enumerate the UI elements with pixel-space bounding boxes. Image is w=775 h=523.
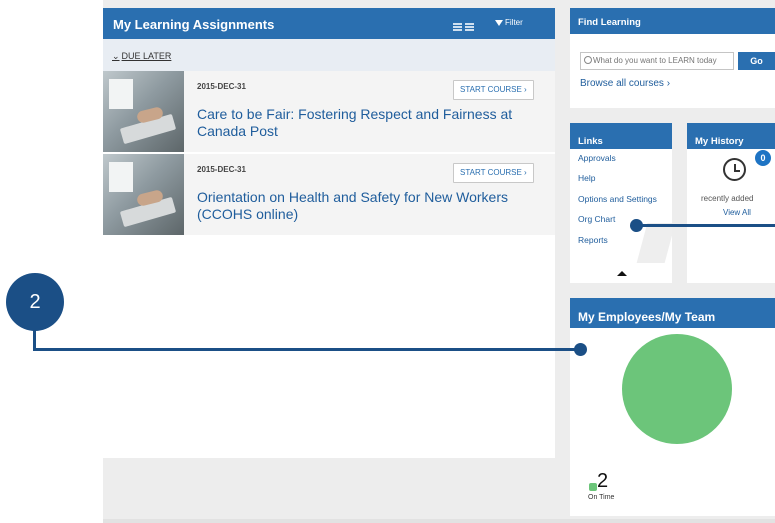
callout-badge: 2 — [6, 273, 64, 331]
browse-label: Browse all courses — [580, 78, 664, 89]
list-view-icon[interactable] — [453, 23, 462, 32]
learning-assignments-panel: My Learning Assignments Filter ⌄ DUE LATE… — [103, 8, 555, 458]
my-employees-panel: My Employees/My Team 2 On Time — [570, 298, 775, 516]
search-box — [580, 52, 734, 70]
on-time-label: On Time — [588, 494, 615, 501]
history-clock-icon — [723, 158, 746, 181]
pie-slice-on-time[interactable] — [622, 334, 732, 444]
course-thumbnail — [103, 154, 184, 235]
filter-label: Filter — [505, 18, 523, 27]
search-input[interactable] — [593, 54, 729, 67]
bottom-border — [103, 519, 775, 523]
my-employees-title: My Employees/My Team — [578, 310, 716, 324]
course-title[interactable]: Orientation on Health and Safety for New… — [197, 189, 537, 223]
learning-assignments-title: My Learning Assignments — [113, 17, 275, 32]
course-due-date: 2015-DEC-31 — [197, 82, 246, 91]
due-later-label: DUE LATER — [121, 51, 172, 61]
course-title[interactable]: Care to be Fair: Fostering Respect and F… — [197, 106, 537, 140]
find-learning-panel: Find Learning Go Browse all courses › — [570, 8, 775, 108]
link-approvals[interactable]: Approvals — [578, 153, 616, 163]
links-panel: Links Approvals Help Options and Setting… — [570, 123, 672, 283]
browse-all-courses-link[interactable]: Browse all courses › — [580, 78, 670, 89]
course-item: 2015-DEC-31 START COURSE › Care to be Fa… — [103, 71, 555, 152]
find-learning-title: Find Learning — [578, 17, 641, 28]
links-header: Links — [570, 123, 672, 149]
start-course-label: START COURSE — [460, 168, 522, 177]
collapse-up-icon[interactable] — [617, 271, 627, 276]
course-thumbnail — [103, 71, 184, 152]
filter-icon — [495, 19, 503, 26]
callout-marker-org-chart — [630, 219, 643, 232]
my-history-header: My History — [687, 123, 775, 149]
link-org-chart[interactable]: Org Chart — [578, 214, 615, 224]
due-later-group: ⌄ DUE LATER — [103, 39, 555, 71]
callout-marker-employees — [574, 343, 587, 356]
callout-connector-links — [640, 224, 775, 227]
learning-assignments-header: My Learning Assignments Filter — [103, 8, 555, 39]
view-all-link[interactable]: View All — [723, 208, 751, 217]
my-history-title: My History — [695, 136, 744, 147]
history-count-badge: 0 — [755, 150, 771, 166]
links-title: Links — [578, 136, 603, 147]
recently-added-label: recently added — [701, 194, 754, 203]
course-item: 2015-DEC-31 START COURSE › Orientation o… — [103, 154, 555, 235]
find-learning-header: Find Learning — [570, 8, 775, 34]
link-reports[interactable]: Reports — [578, 235, 608, 245]
start-course-button[interactable]: START COURSE › — [453, 163, 534, 183]
search-icon — [584, 56, 592, 64]
callout-connector-horizontal — [33, 348, 581, 351]
link-help[interactable]: Help — [578, 173, 595, 183]
on-time-count: 2 — [597, 470, 609, 492]
start-course-label: START COURSE — [460, 85, 522, 94]
my-history-panel: My History 0 recently added View All — [687, 123, 775, 283]
course-due-date: 2015-DEC-31 — [197, 165, 246, 174]
view-toggle[interactable] — [453, 19, 477, 37]
my-employees-header: My Employees/My Team — [570, 298, 775, 328]
grid-view-icon[interactable] — [465, 23, 474, 32]
go-button[interactable]: Go — [738, 52, 775, 70]
chevron-down-icon: ⌄ — [112, 51, 120, 61]
team-status-pie[interactable] — [622, 334, 732, 444]
start-course-button[interactable]: START COURSE › — [453, 80, 534, 100]
due-later-toggle[interactable]: ⌄ DUE LATER — [112, 51, 171, 62]
legend-swatch-on-time — [589, 483, 597, 491]
link-options-settings[interactable]: Options and Settings — [578, 194, 657, 204]
filter-button[interactable]: Filter — [495, 18, 523, 27]
